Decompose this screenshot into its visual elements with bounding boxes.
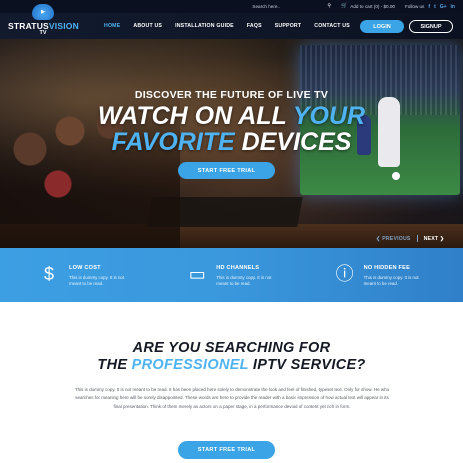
nav-installation-guide[interactable]: INSTALLATION GUIDE [175,23,234,29]
hero-title-accent: YOUR [292,102,366,130]
start-free-trial-button-bottom[interactable]: START FREE TRIAL [178,441,275,459]
hero-banner: DISCOVER THE FUTURE OF LIVE TV WATCH ON … [0,39,463,248]
start-free-trial-button[interactable]: START FREE TRIAL [178,162,275,179]
nav-home[interactable]: HOME [104,23,120,29]
heading-part: IPTV SERVICE? [248,357,366,373]
nav-contact-us[interactable]: CONTACT US [314,23,350,29]
feature-no-hidden-fee: ⓘ NO HIDDEN FEE This is dummy copy. It i… [309,248,463,302]
cloud-logo-icon: ▶ [32,4,54,20]
smart-tv-icon: ▭ [188,264,206,284]
cart-icon: 🛒 [341,3,348,9]
nav-faqs[interactable]: FAQS [247,23,262,29]
search-input[interactable] [252,4,325,9]
money-hand-icon: $ [43,264,54,284]
main-nav: HOME ABOUT US INSTALLATION GUIDE FAQS SU… [104,13,350,39]
heading-line1: ARE YOU SEARCHING FOR [132,340,331,356]
logo[interactable]: ▶ STRATUSVISION TV [8,2,79,38]
cart-link[interactable]: 🛒 Add to cart (0) - $0.00 [341,3,395,10]
feature-text: This is dummy copy. It is not meant to b… [69,275,125,286]
heading-part: THE [97,357,132,373]
facebook-icon[interactable]: f [428,4,430,10]
slider-nav: ❮ PREVIOUS NEXT ❯ [376,235,444,242]
hero-title: WATCH ON ALL YOUR FAVORITE DEVICES [0,103,463,155]
feature-title: LOW COST [69,265,101,271]
hero-title-accent: FAVORITE [111,128,242,156]
about-section: ARE YOU SEARCHING FOR THE PROFESSIONEL I… [0,302,463,463]
heading-accent: PROFESSIONEL [131,357,249,373]
logo-brand-part2: VISION [48,21,79,31]
slider-next-button[interactable]: NEXT ❯ [424,236,445,242]
features-band: $ LOW COST This is dummy copy. It is not… [0,248,463,302]
signup-button[interactable]: SIGNUP [409,20,453,33]
nav-support[interactable]: SUPPORT [275,23,301,29]
section-heading: ARE YOU SEARCHING FOR THE PROFESSIONEL I… [0,340,463,374]
twitter-icon[interactable]: t [434,4,436,10]
feature-title: HD CHANNELS [216,265,260,271]
search-icon[interactable]: ⚲ [327,4,331,9]
hero-subtitle: DISCOVER THE FUTURE OF LIVE TV [134,89,329,101]
search-box[interactable]: ⚲ [252,4,331,9]
hero-title-part: DEVICES [241,128,352,156]
feature-hd-channels: ▭ HD CHANNELS This is dummy copy. It is … [154,248,308,302]
header: ▶ STRATUSVISION TV HOME ABOUT US INSTALL… [0,4,463,39]
feature-title: NO HIDDEN FEE [363,265,411,271]
follow-label: Follow us [404,4,425,9]
feature-text: This is dummy copy. It is not meant to b… [216,275,272,286]
section-body: This is dummy copy. It is not meant to b… [74,387,390,409]
cart-text[interactable]: Add to cart (0) - $0.00 [350,4,395,9]
ball-image [392,172,400,180]
hero-title-part: ALL [238,102,293,130]
slider-previous-button[interactable]: ❮ PREVIOUS [376,236,411,242]
feature-low-cost: $ LOW COST This is dummy copy. It is not… [0,248,154,302]
hero-title-part: WATCH ON [97,102,239,130]
social-links: Follow us f t G+ in [405,4,455,10]
nav-about-us[interactable]: ABOUT US [133,23,162,29]
slider-divider [416,235,418,242]
linkedin-icon[interactable]: in [451,4,455,10]
no-fee-icon: ⓘ [335,264,354,284]
login-button[interactable]: LOGIN [360,20,404,33]
logo-tv: TV [39,30,47,36]
feature-text: This is dummy copy. It is not meant to b… [363,275,419,286]
google-plus-icon[interactable]: G+ [440,4,447,10]
